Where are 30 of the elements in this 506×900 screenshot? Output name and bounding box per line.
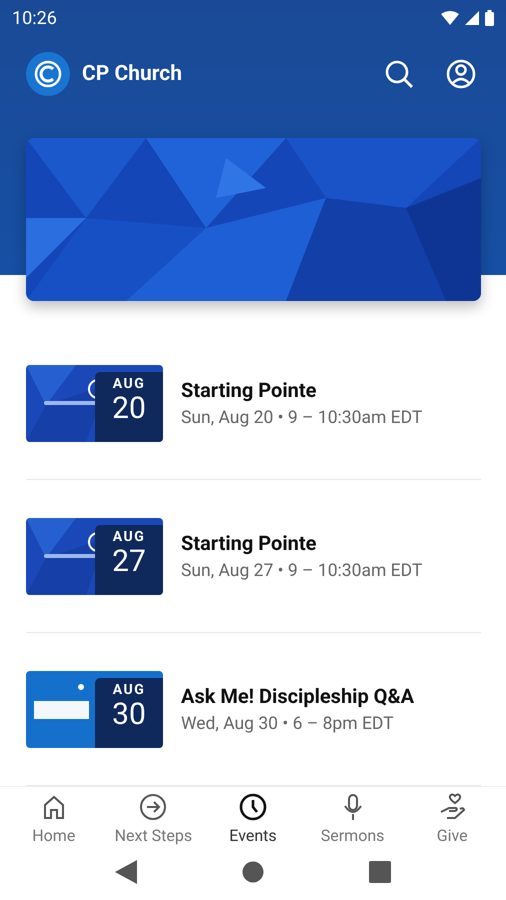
clock-icon [238, 792, 268, 822]
date-month: AUG [112, 682, 146, 698]
account-icon[interactable] [446, 59, 476, 89]
nav-tab[interactable]: Sermons [302, 792, 402, 845]
date-month: AUG [112, 376, 146, 392]
event-time: Sun, Aug 27 • 9 – 10:30am EDT [181, 561, 422, 581]
recents-icon[interactable] [369, 860, 391, 883]
arrow-circle-icon [138, 792, 168, 822]
nav-tab[interactable]: Home [4, 792, 104, 845]
nav-tab[interactable]: Give [402, 792, 502, 845]
nav-tab[interactable]: Next Steps [104, 792, 204, 845]
date-day: 20 [112, 392, 146, 426]
nav-tab[interactable]: Events [203, 792, 303, 845]
home-button-icon[interactable] [242, 860, 264, 883]
search-icon[interactable] [384, 59, 414, 89]
event-time: Sun, Aug 20 • 9 – 10:30am EDT [181, 408, 422, 428]
back-icon[interactable] [115, 860, 137, 884]
logo-icon [26, 52, 70, 96]
date-day: 27 [112, 544, 146, 578]
event-time: Wed, Aug 30 • 6 – 8pm EDT [181, 714, 395, 734]
signal-icon [465, 11, 479, 25]
app-title: CP Church [82, 62, 182, 86]
wifi-icon [441, 11, 459, 25]
event-title[interactable]: Starting Pointe [181, 531, 422, 555]
battery-icon [485, 10, 494, 26]
date-day: 30 [112, 698, 146, 732]
event-title[interactable]: Ask Me! Discipleship Q&A [181, 684, 414, 708]
event-title[interactable]: Starting Pointe [181, 378, 422, 402]
status-time: 10:26 [12, 8, 57, 28]
date-month: AUG [112, 528, 146, 544]
